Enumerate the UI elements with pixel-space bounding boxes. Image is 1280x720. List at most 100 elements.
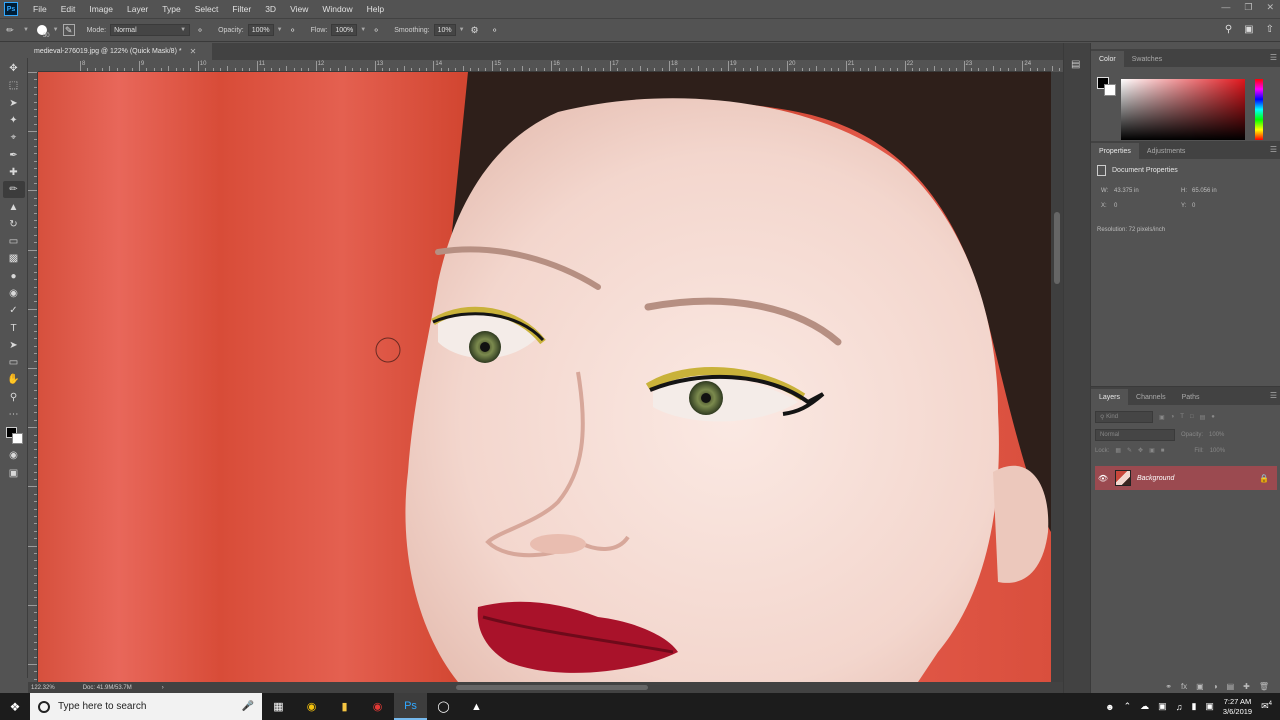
taskbar-search[interactable]: Type here to search 🎤 [30,693,262,720]
new-group-icon[interactable]: ▤ [1227,682,1235,691]
tab-properties[interactable]: Properties [1091,143,1139,159]
app-taskbar-icon[interactable]: ◯ [427,693,460,720]
pressure-size-icon[interactable]: ⚬ [287,24,299,36]
panel-menu-icon[interactable]: ☰ [1270,53,1277,62]
close-icon[interactable]: ✕ [1266,2,1274,13]
filter-type-icon[interactable]: T [1180,414,1184,420]
language-icon[interactable]: ▣ [1205,701,1214,712]
lock-icon[interactable]: 🔒 [1259,474,1269,483]
scrollbar-thumb[interactable] [1054,212,1060,284]
photoshop-taskbar-icon[interactable]: Ps [394,693,427,720]
mode-select[interactable]: Normal ▼ [110,24,191,36]
type-tool-icon[interactable]: T [3,319,25,336]
people-icon[interactable]: ☻ [1105,702,1114,712]
marquee-tool-icon[interactable]: ⬚ [3,77,25,94]
airbrush-icon[interactable]: ⚬ [370,24,382,36]
chevron-right-icon[interactable]: › [162,685,164,691]
menu-edit[interactable]: Edit [54,4,83,14]
minimize-icon[interactable]: — [1221,2,1230,13]
brush-settings-panel-icon[interactable]: ✎ [62,24,75,36]
eraser-tool-icon[interactable]: ▭ [3,233,25,250]
gear-icon[interactable]: ⚙ [469,24,481,36]
document-canvas[interactable] [38,72,1051,682]
layer-name[interactable]: Background [1137,475,1174,482]
vertical-scrollbar[interactable] [1051,72,1063,682]
history-panel-icon[interactable]: ▤ [1071,59,1080,70]
panel-menu-icon[interactable]: ☰ [1270,145,1277,154]
gradient-tool-icon[interactable]: ▩ [3,250,25,267]
y-value[interactable]: 0 [1192,203,1195,209]
menu-layer[interactable]: Layer [120,4,155,14]
battery-icon[interactable]: ▮ [1191,701,1196,712]
pen-tool-icon[interactable]: ✓ [3,302,25,319]
chevron-down-icon[interactable]: ▼ [459,27,465,33]
clock[interactable]: 7:27 AM 3/6/2019 [1223,697,1252,717]
zoom-level[interactable]: 122.32% [31,685,55,691]
notifications-icon[interactable]: ✉4 [1261,701,1272,712]
share-icon[interactable]: ⇧ [1266,24,1274,35]
background-color-swatch[interactable] [11,433,23,445]
brush-tool-preset-icon[interactable]: ✏ [4,24,16,36]
flow-field[interactable]: 100% [331,24,358,36]
more-tools-icon[interactable]: ⋯ [3,406,25,423]
menu-help[interactable]: Help [360,4,391,14]
history-brush-tool-icon[interactable]: ↻ [3,216,25,233]
layer-opacity-value[interactable]: 100% [1209,432,1224,438]
new-layer-icon[interactable]: ✚ [1243,682,1250,691]
hue-slider[interactable] [1255,79,1263,140]
microphone-icon[interactable]: 🎤 [242,701,254,712]
document-tab[interactable]: medieval-276019.jpg @ 122% (Quick Mask/8… [28,43,212,60]
tab-layers[interactable]: Layers [1091,389,1129,405]
tab-adjustments[interactable]: Adjustments [1139,143,1194,159]
menu-image[interactable]: Image [82,4,120,14]
fill-value[interactable]: 100% [1210,448,1225,454]
search-icon[interactable]: ⚲ [1225,24,1232,35]
background-color-swatch[interactable] [1104,84,1116,96]
eye-icon[interactable]: 👁 [1095,474,1111,483]
network-icon[interactable]: ▣ [1158,701,1167,712]
rectangle-tool-icon[interactable]: ▭ [3,354,25,371]
chevron-down-icon[interactable]: ▼ [360,27,366,33]
task-view-icon[interactable]: ▦ [262,693,295,720]
blend-mode-select[interactable]: Normal [1095,429,1175,441]
pressure-opacity-icon[interactable]: ⚬ [194,24,206,36]
quick-mask-icon[interactable]: ◉ [3,447,25,464]
dodge-tool-icon[interactable]: ◉ [3,285,25,302]
color-panel-swatches[interactable] [1097,77,1119,99]
color-picker-field[interactable] [1121,79,1245,140]
chrome-icon[interactable]: ◉ [295,693,328,720]
volume-icon[interactable]: ♫ [1176,702,1183,712]
restore-icon[interactable]: ❐ [1244,2,1252,13]
windows-start-icon[interactable]: ❖ [0,693,30,720]
brush-tool-icon[interactable]: ✏ [2,181,25,199]
height-value[interactable]: 65.056 in [1192,188,1217,194]
filter-adjustment-icon[interactable]: ◑ [1171,414,1175,420]
filter-toggle-icon[interactable]: ● [1211,414,1215,420]
eyedropper-tool-icon[interactable]: ✒ [3,146,25,163]
menu-filter[interactable]: Filter [225,4,258,14]
hand-tool-icon[interactable]: ✋ [3,371,25,388]
show-hidden-icons-icon[interactable]: ⌃ [1124,701,1132,712]
screen-mode-icon[interactable]: ▣ [3,465,25,482]
layer-style-icon[interactable]: fx [1181,682,1187,691]
filter-pixel-icon[interactable]: ▣ [1159,414,1165,421]
quick-select-tool-icon[interactable]: ✦ [3,112,25,129]
tab-channels[interactable]: Channels [1128,389,1174,405]
lock-position-icon[interactable]: ✥ [1138,447,1143,454]
menu-window[interactable]: Window [315,4,359,14]
symmetry-icon[interactable]: ⚬ [489,24,501,36]
layer-row-background[interactable]: 👁 Background 🔒 [1095,466,1277,490]
chevron-down-icon[interactable]: ▼ [53,27,59,33]
lasso-tool-icon[interactable]: ➤ [3,95,25,112]
workspace-icon[interactable]: ▣ [1244,24,1253,35]
healing-brush-tool-icon[interactable]: ✚ [3,164,25,181]
color-swatches[interactable] [3,425,25,447]
tab-paths[interactable]: Paths [1174,389,1208,405]
lock-artboard-icon[interactable]: ▣ [1149,447,1155,454]
menu-select[interactable]: Select [188,4,226,14]
lock-all-icon[interactable]: ■ [1161,448,1165,454]
menu-view[interactable]: View [283,4,315,14]
filter-shape-icon[interactable]: □ [1190,414,1194,420]
smoothing-field[interactable]: 10% [433,24,456,36]
panel-menu-icon[interactable]: ☰ [1270,391,1277,400]
